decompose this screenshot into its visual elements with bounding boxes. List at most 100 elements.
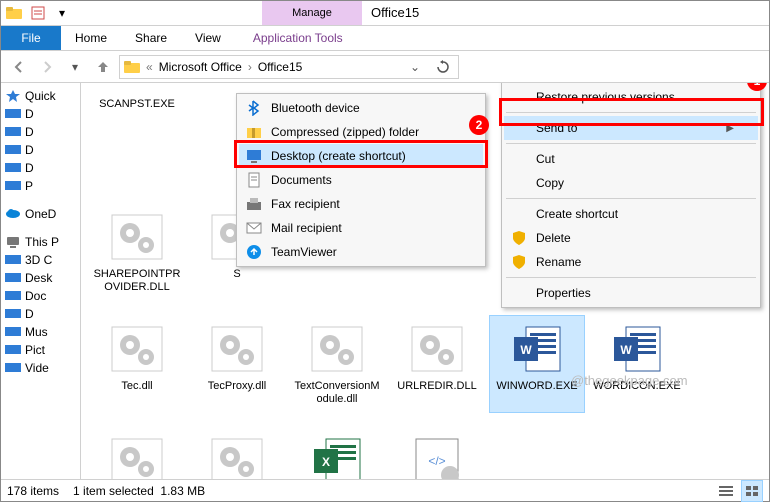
badge-2: 2	[469, 115, 489, 135]
sidebar-item[interactable]	[1, 223, 80, 233]
sidebar-item-label: Mus	[25, 325, 48, 339]
menu-item[interactable]: Restore previous versions	[504, 85, 758, 109]
file-tile[interactable]: TecProxy.dll	[189, 315, 285, 413]
menu-item[interactable]: TeamViewer	[239, 240, 483, 264]
chevron-left-icon[interactable]: «	[146, 60, 153, 74]
file-label: S	[231, 266, 242, 281]
sidebar-item[interactable]: Vide	[1, 359, 80, 377]
file-tile[interactable]: WWORDICON.EXE	[589, 315, 685, 413]
ribbon: File Home Share View Application Tools	[1, 25, 769, 51]
sidebar-item[interactable]: D	[1, 305, 80, 323]
file-tile[interactable]: URLREDIR.DLL	[389, 315, 485, 413]
content-area[interactable]: SCANPST.EXE SHAREPOINTPROVIDER.DLL S Tec.dl…	[81, 83, 769, 479]
file-tile[interactable]: SHAREPOINTPROVIDER.DLL	[89, 203, 185, 301]
menu-item-label: Cut	[536, 152, 555, 166]
menu-item[interactable]: Mail recipient	[239, 216, 483, 240]
menu-separator	[506, 143, 756, 144]
breadcrumb-segment[interactable]: Microsoft Office	[159, 60, 242, 74]
menu-item[interactable]: Cut	[504, 147, 758, 171]
file-tile[interactable]: TextConversionModule.dll	[289, 315, 385, 413]
icons-view-button[interactable]	[741, 480, 763, 502]
qat-dropdown-icon[interactable]: ▾	[53, 4, 71, 22]
menu-separator	[506, 277, 756, 278]
menu-item[interactable]: Fax recipient	[239, 192, 483, 216]
menu-item-label: Properties	[536, 286, 591, 300]
breadcrumb-dropdown[interactable]: ⌄	[404, 56, 426, 78]
file-tab[interactable]: File	[1, 26, 61, 50]
back-button[interactable]	[7, 55, 31, 79]
sidebar-item[interactable]: 3D C	[1, 251, 80, 269]
contextual-tab-header: Manage	[262, 1, 362, 25]
menu-separator	[506, 198, 756, 199]
menu-item[interactable]: Copy	[504, 171, 758, 195]
zip-icon	[245, 123, 263, 141]
gears-icon	[405, 320, 469, 378]
menu-item-label: Compressed (zipped) folder	[271, 125, 419, 139]
menu-item[interactable]: Desktop (create shortcut)	[239, 144, 483, 168]
folder-icon	[5, 253, 21, 267]
file-tile[interactable]: SCANPST.EXE	[89, 91, 185, 115]
file-tile[interactable]	[89, 427, 185, 479]
menu-item[interactable]: Compressed (zipped) folder	[239, 120, 483, 144]
sidebar-item[interactable]: D	[1, 123, 80, 141]
home-tab[interactable]: Home	[61, 26, 121, 50]
sidebar-item[interactable]: Doc	[1, 287, 80, 305]
breadcrumb-segment[interactable]: Office15	[258, 60, 302, 74]
status-item-count: 178 items	[7, 484, 59, 498]
file-tile[interactable]: </>	[389, 427, 485, 479]
sidebar-item[interactable]: This P	[1, 233, 80, 251]
sidebar-item-label: Vide	[25, 361, 49, 375]
menu-item[interactable]: Send to▶	[504, 116, 758, 140]
bt-icon	[245, 99, 263, 117]
sidebar-item[interactable]: P	[1, 177, 80, 195]
sidebar-item[interactable]: D	[1, 141, 80, 159]
sidebar-item[interactable]	[1, 195, 80, 205]
file-tile[interactable]	[189, 427, 285, 479]
menu-item[interactable]: Rename	[504, 250, 758, 274]
file-tile[interactable]: X	[289, 427, 385, 479]
sidebar-item[interactable]: D	[1, 159, 80, 177]
application-tools-tab[interactable]: Application Tools	[239, 26, 357, 50]
menu-item[interactable]: Create shortcut	[504, 202, 758, 226]
gears-icon	[105, 208, 169, 266]
file-tile[interactable]: Tec.dll	[89, 315, 185, 413]
nav-pane[interactable]: QuickDDDDPOneDThis P3D CDeskDocDMusPictV…	[1, 83, 81, 479]
sidebar-item[interactable]: Desk	[1, 269, 80, 287]
file-label: TecProxy.dll	[206, 378, 268, 393]
view-tab[interactable]: View	[181, 26, 235, 50]
file-label: SHAREPOINTPROVIDER.DLL	[90, 266, 184, 294]
refresh-button[interactable]	[432, 56, 454, 78]
sidebar-item[interactable]: OneD	[1, 205, 80, 223]
file-tile[interactable]: WWINWORD.EXE	[489, 315, 585, 413]
menu-item[interactable]: Delete	[504, 226, 758, 250]
details-view-button[interactable]	[715, 480, 737, 502]
file-label: Tec.dll	[119, 378, 154, 393]
sidebar-item[interactable]: Pict	[1, 341, 80, 359]
menu-item[interactable]: Bluetooth device	[239, 96, 483, 120]
udelete-icon	[510, 229, 528, 247]
svg-text:X: X	[322, 455, 330, 469]
blank-icon	[510, 88, 528, 106]
blank-icon	[510, 174, 528, 192]
status-bar: 178 items 1 item selected 1.83 MB	[1, 479, 769, 501]
folder-icon	[5, 125, 21, 139]
sidebar-item-label: D	[25, 107, 34, 121]
cloud-icon	[5, 207, 21, 221]
forward-button[interactable]	[35, 55, 59, 79]
status-selection: 1 item selected 1.83 MB	[73, 484, 205, 498]
recent-dropdown[interactable]: ▾	[63, 55, 87, 79]
folder-icon	[5, 107, 21, 121]
folder-icon	[124, 60, 140, 74]
properties-icon[interactable]	[29, 4, 47, 22]
sidebar-item[interactable]: Quick	[1, 87, 80, 105]
sidebar-item[interactable]: Mus	[1, 323, 80, 341]
explorer-window: ▾ Manage Office15 File Home Share View A…	[0, 0, 770, 502]
sidebar-item[interactable]: D	[1, 105, 80, 123]
folder-icon	[5, 4, 23, 22]
share-tab[interactable]: Share	[121, 26, 181, 50]
menu-item[interactable]: Documents	[239, 168, 483, 192]
breadcrumb[interactable]: « Microsoft Office › Office15 ⌄	[119, 55, 459, 79]
menu-item[interactable]: Properties	[504, 281, 758, 305]
up-button[interactable]	[91, 55, 115, 79]
word-icon: W	[605, 320, 669, 378]
